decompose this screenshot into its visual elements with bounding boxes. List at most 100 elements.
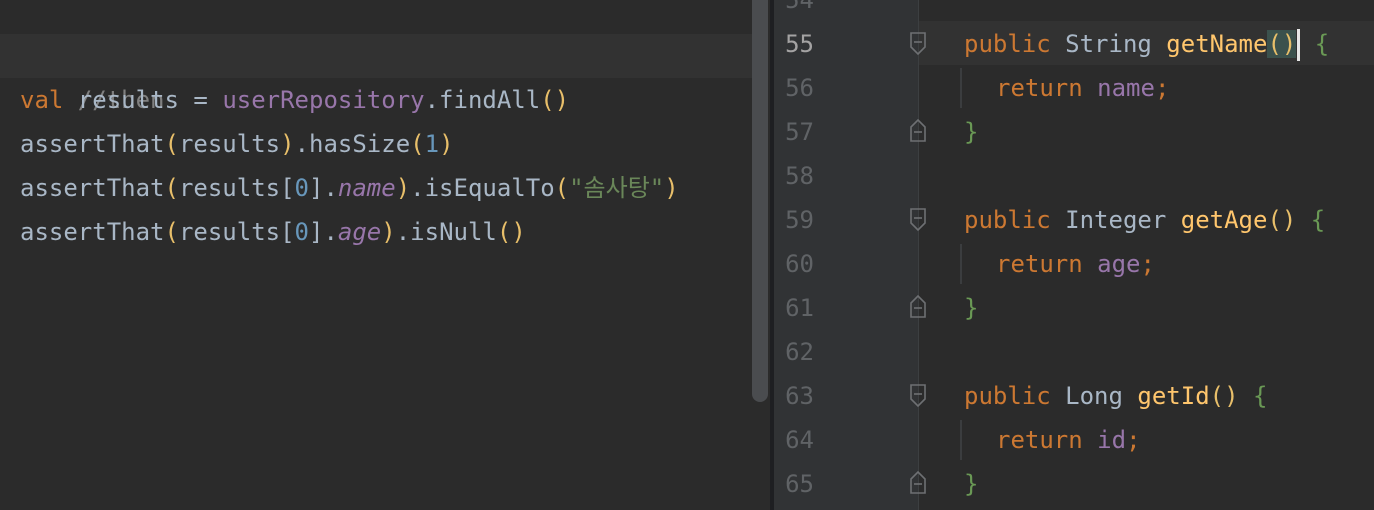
gutter-separator [918, 0, 919, 510]
paren-open: ( [410, 130, 425, 158]
code-line-is-equal-to[interactable]: assertThat(results[0].name).isEqualTo("솜… [20, 166, 679, 210]
brace-close: } [964, 470, 979, 498]
field-id: id [1097, 426, 1127, 454]
keyword-public: public [964, 382, 1051, 410]
code-line-has-size[interactable]: assertThat(results).hasSize(1) [20, 122, 454, 166]
keyword-return: return [996, 74, 1083, 102]
brace-close: } [964, 294, 979, 322]
paren-close-matched: ) [1281, 30, 1297, 58]
number-literal: 0 [294, 174, 309, 202]
number-literal: 1 [424, 130, 440, 158]
fold-close-icon[interactable] [908, 469, 928, 495]
type-integer: Integer [1050, 206, 1181, 234]
fold-open-icon[interactable] [908, 207, 928, 233]
identifier-results: results = [63, 86, 223, 114]
code-line-get-id[interactable]: public Long getId() { [964, 374, 1267, 418]
semicolon: ; [1154, 74, 1170, 102]
brace-close: } [964, 118, 979, 146]
method-has-size: .hasSize [294, 130, 411, 158]
field-age: age [1097, 250, 1141, 278]
identifier-user-repository: userRepository [222, 86, 425, 114]
parens: () [1209, 382, 1239, 410]
fold-open-icon[interactable] [908, 383, 928, 409]
code-line-findall[interactable]: val results = userRepository.findAll() [20, 78, 569, 122]
line-number: 58 [785, 162, 814, 190]
code-line-brace-close[interactable]: } [964, 110, 978, 154]
code-line-get-name[interactable]: public String getName() { [964, 22, 1329, 66]
parens: () [1267, 206, 1297, 234]
line-number: 62 [785, 338, 814, 366]
line-number: 64 [785, 426, 814, 454]
indent-guide [960, 420, 962, 460]
code-line-return-age[interactable]: return age; [996, 242, 1155, 286]
line-number: 57 [785, 118, 814, 146]
property-age: age [337, 218, 382, 246]
method-find-all: .findAll [424, 86, 541, 114]
code-line-is-null[interactable]: assertThat(results[0].age).isNull() [20, 210, 526, 254]
paren-close: ) [280, 130, 295, 158]
paren-open: ( [540, 86, 555, 114]
method-assert-that: assertThat [20, 218, 165, 246]
identifier-results-index: results[ [178, 218, 295, 246]
semicolon: ; [1140, 250, 1155, 278]
paren-open: ( [554, 174, 570, 202]
keyword-public: public [964, 206, 1051, 234]
line-number: 56 [785, 74, 814, 102]
code-line-brace-close[interactable]: } [964, 462, 978, 506]
right-editor-pane[interactable]: 54 55 56 57 58 59 60 61 62 63 64 65 publ… [774, 0, 1374, 510]
paren-close: ) [381, 218, 396, 246]
left-editor-pane[interactable]: //then val results = userRepository.find… [0, 0, 770, 510]
method-get-name: getName [1166, 30, 1268, 58]
method-is-equal-to: .isEqualTo [410, 174, 555, 202]
fold-close-icon[interactable] [908, 117, 928, 143]
brace-open: { [1300, 30, 1330, 58]
identifier-results-index: results[ [178, 174, 295, 202]
keyword-return: return [996, 250, 1083, 278]
method-is-null: .isNull [395, 218, 497, 246]
keyword-return: return [996, 426, 1083, 454]
paren-open: ( [164, 218, 179, 246]
bracket-dot: ]. [309, 218, 338, 246]
paren-open: ( [496, 218, 512, 246]
line-number: 59 [785, 206, 814, 234]
type-string: String [1050, 30, 1167, 58]
method-get-age: getAge [1180, 206, 1268, 234]
indent-guide [960, 244, 962, 284]
vertical-scrollbar[interactable] [752, 0, 768, 402]
method-get-id: getId [1137, 382, 1210, 410]
line-number: 61 [785, 294, 814, 322]
method-assert-that: assertThat [20, 174, 165, 202]
paren-close: ) [395, 174, 411, 202]
line-number: 54 [785, 0, 814, 14]
line-number: 60 [785, 250, 814, 278]
paren-close: ) [439, 130, 454, 158]
code-line-return-name[interactable]: return name; [996, 66, 1169, 110]
code-line-brace-close[interactable]: } [964, 286, 978, 330]
code-line-return-id[interactable]: return id; [996, 418, 1141, 462]
bracket-dot: ]. [309, 174, 338, 202]
paren-open: ( [164, 174, 179, 202]
type-long: Long [1050, 382, 1138, 410]
line-number: 65 [785, 470, 814, 498]
field-name: name [1097, 74, 1155, 102]
fold-open-icon[interactable] [908, 31, 928, 57]
line-number: 63 [785, 382, 814, 410]
semicolon: ; [1126, 426, 1141, 454]
string-literal: "솜사탕" [569, 174, 665, 202]
keyword-public: public [964, 30, 1051, 58]
paren-open-matched: ( [1267, 30, 1282, 58]
number-literal: 0 [294, 218, 309, 246]
property-name: name [337, 174, 396, 202]
identifier-results: results [178, 130, 281, 158]
paren-close: ) [554, 86, 570, 114]
code-line-comment[interactable]: //then [20, 34, 165, 114]
line-number-active: 55 [785, 30, 814, 58]
fold-close-icon[interactable] [908, 293, 928, 319]
code-line-get-age[interactable]: public Integer getAge() { [964, 198, 1325, 242]
brace-open: { [1296, 206, 1326, 234]
keyword-val: val [20, 86, 64, 114]
indent-guide [960, 68, 962, 108]
